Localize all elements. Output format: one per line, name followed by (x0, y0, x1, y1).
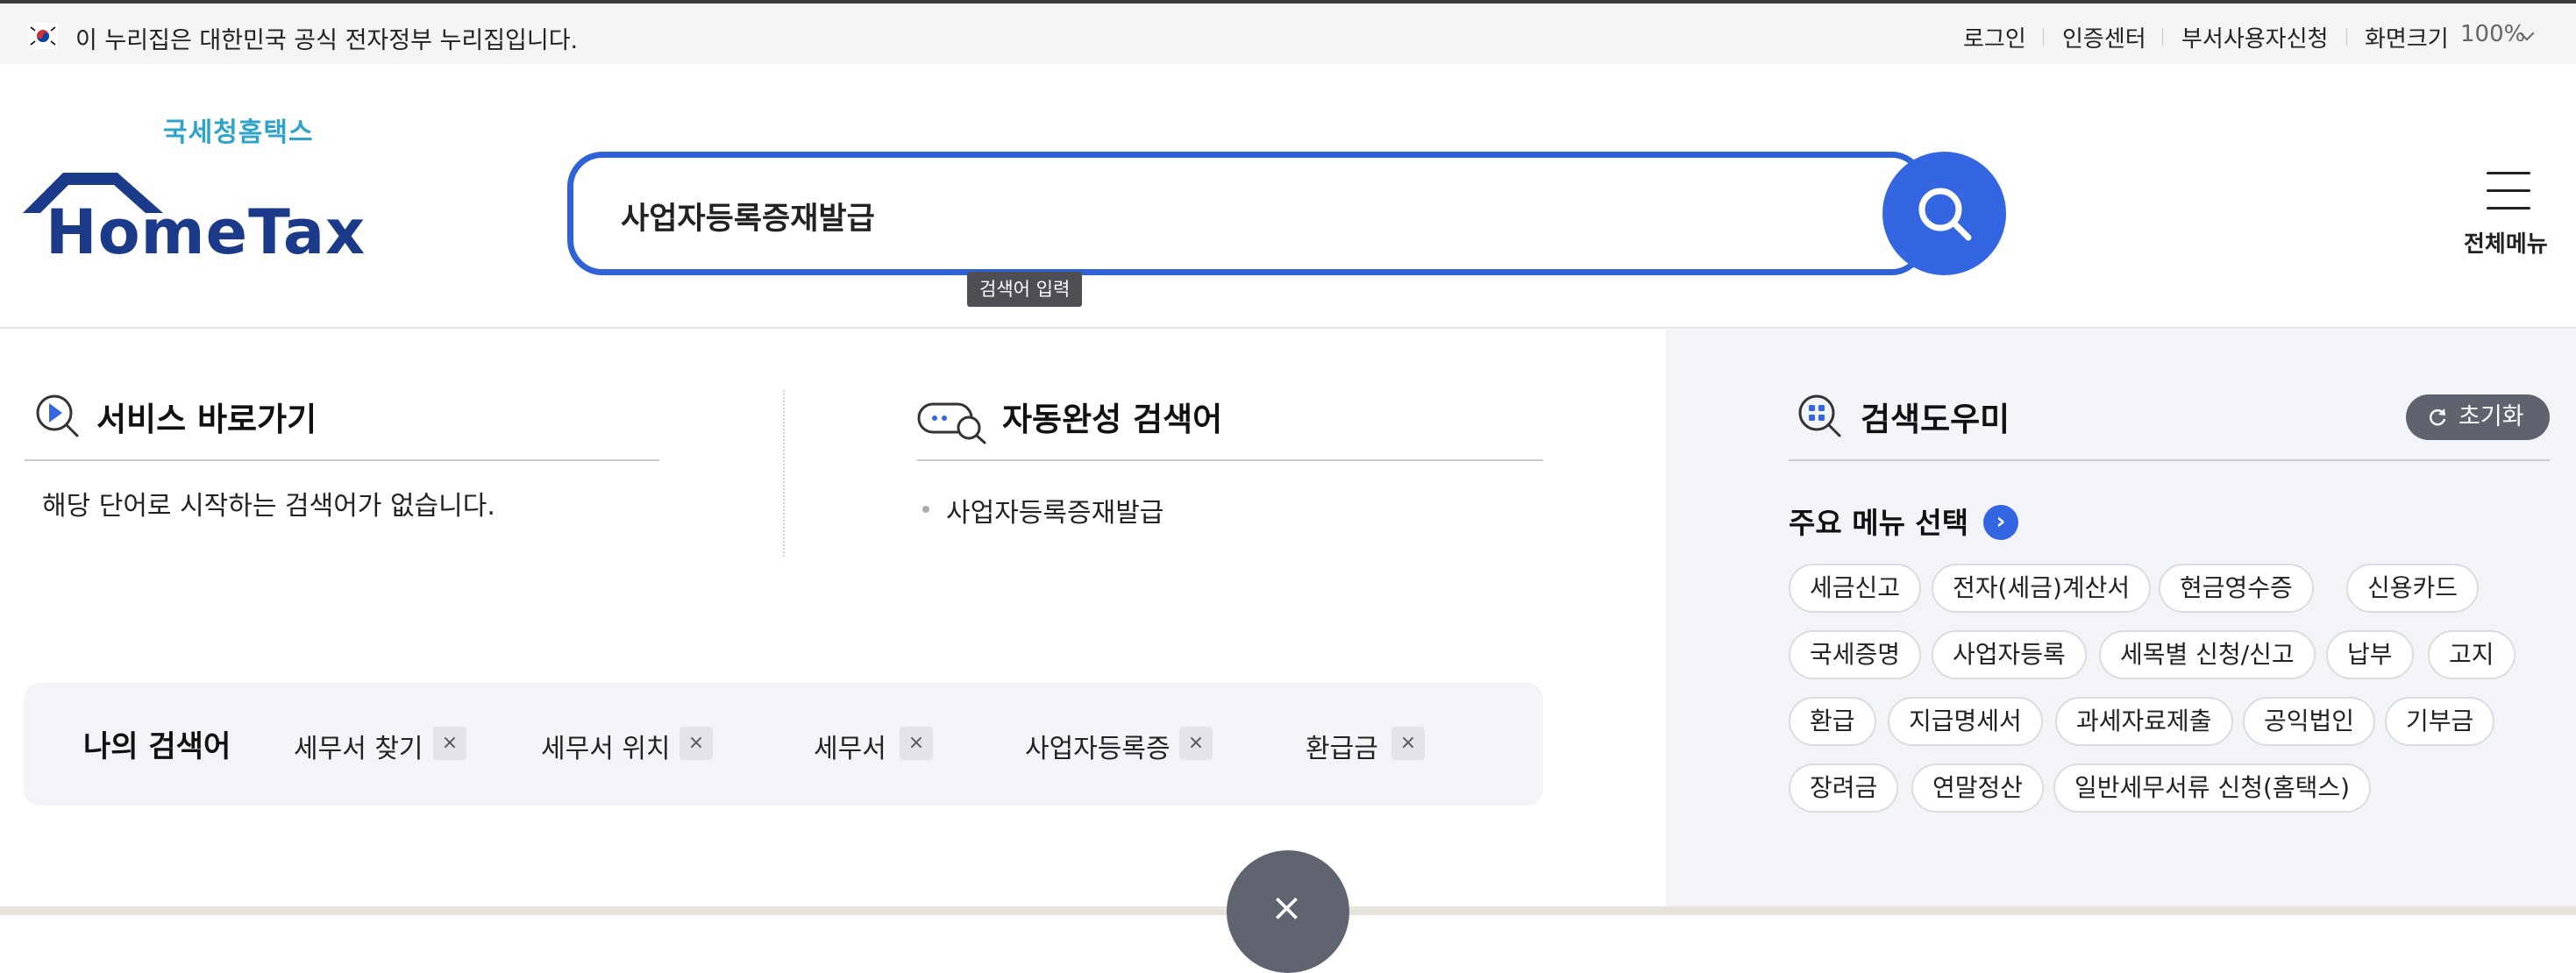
logo-title: HomeTax (46, 196, 366, 268)
no-result-text: 해당 단어로 시작하는 검색어가 없습니다. (42, 491, 495, 522)
logo-subtitle: 국세청홈택스 (163, 117, 314, 148)
service-shortcut-title: 서비스 바로가기 (96, 401, 317, 438)
all-menu-label: 전체메뉴 (2464, 231, 2548, 258)
menu-chip[interactable]: 고지 (2428, 630, 2516, 679)
reset-button[interactable]: 초기화 (2406, 394, 2550, 440)
close-icon[interactable]: × (433, 727, 466, 760)
cert-center-link[interactable]: 인증센터 (2062, 21, 2146, 53)
divider (783, 390, 785, 557)
gov-banner: 이 누리집은 대한민국 공식 전자정부 누리집입니다. 로그인 인증센터 부서사… (0, 0, 2576, 64)
login-link[interactable]: 로그인 (1963, 21, 2026, 53)
menu-chip[interactable]: 국세증명 (1789, 630, 1922, 679)
autocomplete-search-icon (917, 402, 986, 444)
menu-chip[interactable]: 지급명세서 (1888, 697, 2043, 746)
zoom-label[interactable]: 화면크기 (2365, 21, 2449, 53)
recent-keyword[interactable]: 세무서 찾기 (294, 727, 423, 765)
menu-chip[interactable]: 연말정산 (1911, 763, 2045, 813)
menu-chip[interactable]: 신용카드 (2346, 564, 2480, 613)
close-icon: × (1270, 885, 1303, 930)
menu-chip[interactable]: 세목별 신청/신고 (2099, 630, 2316, 679)
menu-chip[interactable]: 사업자등록 (1932, 630, 2087, 679)
menu-chip[interactable]: 일반세무서류 신청(홈택스) (2053, 763, 2372, 813)
hamburger-icon (2487, 172, 2530, 174)
close-dropdown-button[interactable]: × (1227, 850, 1349, 973)
menu-chip[interactable]: 세금신고 (1789, 564, 1922, 613)
search-button[interactable] (1882, 152, 2006, 275)
menu-chip[interactable]: 공익법인 (2243, 697, 2376, 746)
divider (917, 459, 1543, 461)
recent-keyword[interactable]: 세무서 위치 (541, 727, 671, 765)
divider (1789, 459, 2550, 461)
search-input[interactable] (621, 191, 1761, 240)
play-search-icon (36, 394, 79, 437)
close-icon[interactable]: × (680, 727, 713, 760)
grid-search-icon (1798, 394, 1841, 437)
main-menu-select-title: 주요 메뉴 선택 (1789, 506, 1969, 540)
menu-chip[interactable]: 현금영수증 (2159, 564, 2314, 613)
korea-flag-icon (28, 23, 58, 49)
divider (2043, 28, 2044, 46)
zoom-value[interactable]: 100% (2460, 21, 2525, 47)
menu-chip[interactable]: 기부금 (2385, 697, 2495, 746)
recent-searches: 나의 검색어 세무서 찾기 × 세무서 위치 × 세무서 × 사업자등록증 × … (24, 683, 1543, 806)
menu-chip[interactable]: 전자(세금)계산서 (1932, 564, 2152, 613)
recent-keyword[interactable]: 사업자등록증 (1025, 727, 1171, 765)
search-helper-title: 검색도우미 (1861, 401, 2010, 438)
all-menu-button[interactable]: 전체메뉴 (2455, 172, 2560, 268)
close-icon[interactable]: × (1391, 727, 1425, 760)
chevron-right-icon[interactable]: › (1983, 505, 2018, 540)
autocomplete-title: 자동완성 검색어 (1002, 401, 1223, 438)
close-icon[interactable]: × (1179, 727, 1213, 760)
divider (2346, 28, 2347, 46)
bullet (922, 506, 929, 513)
recent-keyword[interactable]: 환급금 (1306, 727, 1378, 765)
divider (2162, 28, 2163, 46)
menu-chip[interactable]: 장려금 (1789, 763, 1899, 813)
gov-banner-text: 이 누리집은 대한민국 공식 전자정부 누리집입니다. (75, 27, 579, 54)
refresh-icon (2430, 408, 2446, 426)
menu-chip[interactable]: 납부 (2326, 630, 2414, 679)
recent-searches-title: 나의 검색어 (83, 729, 231, 764)
divider (25, 459, 659, 461)
search-tooltip: 검색어 입력 (967, 272, 1083, 307)
search-icon (1918, 188, 1971, 240)
autocomplete-item[interactable]: 사업자등록증재발급 (946, 491, 1163, 529)
menu-chip[interactable]: 환급 (1789, 697, 1876, 746)
search-box (567, 152, 1926, 275)
recent-keyword[interactable]: 세무서 (814, 727, 886, 765)
dept-user-apply-link[interactable]: 부서사용자신청 (2181, 21, 2328, 53)
close-icon[interactable]: × (900, 727, 933, 760)
reset-label: 초기화 (2459, 403, 2524, 430)
menu-chip[interactable]: 과세자료제출 (2055, 697, 2233, 746)
